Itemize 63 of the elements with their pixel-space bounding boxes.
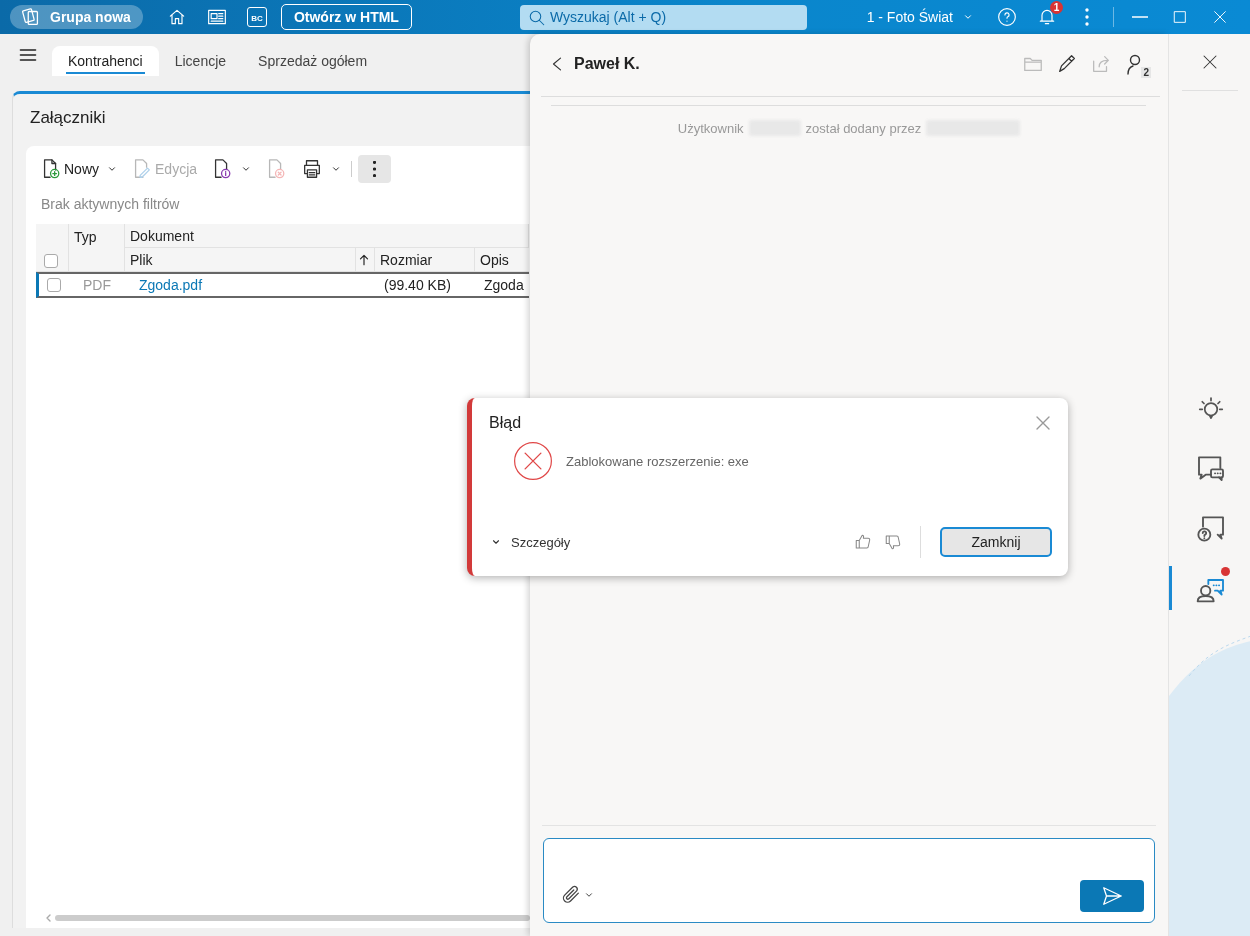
caret-icon <box>241 164 252 174</box>
chevron-down-icon <box>491 537 501 547</box>
open-html-button[interactable]: Otwórz w HTML <box>280 4 412 30</box>
pencil-icon <box>1056 53 1078 75</box>
notification-badge: 1 <box>1050 1 1063 14</box>
tab[interactable]: Kontrahenci <box>52 46 159 76</box>
filter-status: Brak aktywnych filtrów <box>41 196 180 212</box>
horizontal-scrollbar[interactable] <box>46 914 530 922</box>
column-header[interactable]: Typ <box>69 224 125 272</box>
close-icon <box>1212 9 1228 25</box>
column-group-header: Dokument <box>125 224 529 248</box>
notifications-button[interactable]: 1 <box>1027 2 1067 32</box>
share-icon <box>1090 53 1112 75</box>
newspaper-icon <box>205 7 228 27</box>
file-link[interactable]: Zgoda.pdf <box>130 277 203 293</box>
sort-ascending-icon <box>357 252 371 267</box>
column-header[interactable]: Rozmiar <box>375 248 475 272</box>
table-cell-text: PDF <box>82 277 111 293</box>
caret-icon <box>107 164 117 174</box>
system-message: Użytkownik <box>677 120 744 136</box>
panel-title: Załączniki <box>30 108 106 127</box>
close-icon <box>1034 414 1052 432</box>
tab[interactable]: Sprzedaż ogółem <box>242 46 384 76</box>
select-all-checkbox[interactable] <box>44 254 58 268</box>
dialog-close-button[interactable] <box>1034 414 1052 432</box>
new-button[interactable]: Nowy <box>36 155 121 183</box>
help-icon <box>997 7 1017 27</box>
caret-icon <box>963 12 973 22</box>
more-button[interactable] <box>358 155 392 183</box>
thumbs-up-icon <box>854 533 872 551</box>
error-icon <box>512 440 554 482</box>
message-input[interactable] <box>543 838 1155 923</box>
caret-icon <box>584 890 594 900</box>
row-checkbox[interactable] <box>47 278 61 292</box>
dialog-title: Błąd <box>489 414 522 432</box>
details-toggle[interactable]: Szczegóły <box>489 534 571 550</box>
tab[interactable]: Licencje <box>158 46 243 76</box>
company-selector[interactable]: 1 - Foto Świat <box>866 9 973 25</box>
table-cell-text: Zgoda <box>483 277 524 293</box>
maximize-icon <box>1172 9 1188 25</box>
close-dialog-button[interactable]: Zamknij <box>940 527 1052 557</box>
kebab-icon <box>1085 8 1089 26</box>
more-icon <box>373 161 377 177</box>
thumbs-up-button[interactable] <box>854 533 872 551</box>
column-header[interactable]: Opis <box>475 248 529 272</box>
search-field[interactable]: Wyszukaj (Alt + Q) <box>519 4 807 30</box>
paperclip-icon <box>560 884 582 906</box>
thumbs-down-icon <box>884 533 902 551</box>
caret-icon <box>331 164 342 174</box>
table-cell-text: (99.40 KB) <box>383 277 451 293</box>
minimize-icon <box>1132 16 1148 18</box>
column-header[interactable]: Plik <box>125 248 356 272</box>
chat-title: Paweł K. <box>574 55 641 73</box>
edit-button[interactable] <box>1056 53 1078 75</box>
bc-button[interactable]: BC <box>236 2 277 32</box>
unread-dot <box>1221 567 1230 576</box>
search-icon <box>527 8 546 27</box>
scroll-left-icon <box>46 914 51 922</box>
error-message: Zablokowane rozszerzenie: exe <box>566 453 749 469</box>
send-button[interactable] <box>1080 880 1144 912</box>
system-message: został dodany przez <box>805 120 922 136</box>
thumbs-down-button[interactable] <box>884 533 902 551</box>
participants-button[interactable]: 2 <box>1124 52 1148 76</box>
